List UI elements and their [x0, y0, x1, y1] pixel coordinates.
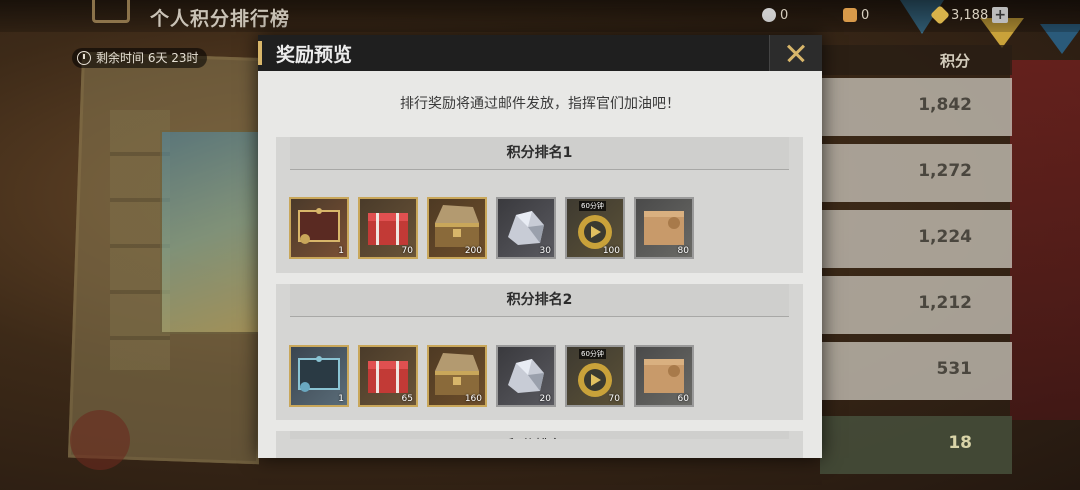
reward-item[interactable]: 1 — [289, 197, 349, 259]
reward-items: 1 70 200 30 60分钟 100 80 — [289, 197, 703, 259]
remaining-time-text: 剩余时间 6天 23时 — [96, 51, 199, 65]
reward-qty: 200 — [464, 246, 482, 256]
title-accent — [258, 41, 262, 65]
reward-items: 1 65 160 20 60分钟 70 60 — [289, 345, 703, 407]
reward-tier-1: 积分排名1 1 70 200 30 60分钟 100 80 — [276, 137, 803, 273]
ranking-row[interactable]: 1,224 — [820, 210, 1012, 268]
reward-item[interactable]: 60分钟 100 — [565, 197, 625, 259]
ranking-row-self[interactable]: 18 — [820, 416, 1012, 474]
reward-item[interactable]: 60 — [634, 345, 694, 407]
reward-qty: 70 — [401, 246, 413, 256]
reward-item[interactable]: 70 — [358, 197, 418, 259]
ranking-row[interactable]: 1,842 — [820, 78, 1012, 136]
clock-icon — [77, 51, 91, 65]
resource-tokens-value: 0 — [780, 7, 789, 23]
ranking-row[interactable]: 1,272 — [820, 144, 1012, 202]
resource-tickets-value: 0 — [861, 7, 870, 23]
add-gold-button[interactable]: + — [992, 7, 1009, 23]
modal-header: 奖励预览 — [258, 35, 822, 71]
token-icon — [762, 8, 776, 22]
reward-item[interactable]: 1 — [289, 345, 349, 407]
background-map — [160, 130, 274, 334]
reward-qty: 1 — [338, 246, 344, 256]
resource-tokens: 0 — [762, 6, 788, 24]
page-title: 个人积分排行榜 — [150, 8, 291, 30]
reward-preview-modal: 奖励预览 排行奖励将通过邮件发放，指挥官们加油吧！ 积分排名1 1 70 200… — [258, 35, 822, 458]
ranking-score: 1,842 — [918, 95, 972, 115]
reward-item[interactable]: 20 — [496, 345, 556, 407]
close-button[interactable] — [769, 35, 822, 71]
reward-qty: 80 — [677, 246, 689, 256]
reward-item[interactable]: 30 — [496, 197, 556, 259]
ranking-row[interactable]: 1,212 — [820, 276, 1012, 334]
reward-tier-3: 积分排名3 — [276, 431, 803, 458]
reward-tier-2: 积分排名2 1 65 160 20 60分钟 70 60 — [276, 284, 803, 420]
reward-qty: 70 — [608, 394, 620, 404]
ranking-score: 1,212 — [918, 293, 972, 313]
reward-qty: 65 — [401, 394, 413, 404]
background-ribbon — [1010, 60, 1080, 420]
tier-title: 积分排名1 — [290, 137, 789, 170]
resource-gold: 3,188 + — [930, 5, 1009, 25]
duration-tag: 60分钟 — [579, 201, 606, 211]
tier-title: 积分排名2 — [290, 284, 789, 317]
reward-qty: 160 — [464, 394, 482, 404]
reward-item[interactable]: 80 — [634, 197, 694, 259]
back-icon[interactable] — [92, 0, 130, 23]
reward-qty: 20 — [539, 394, 551, 404]
ticket-icon — [843, 8, 857, 22]
reward-item[interactable]: 160 — [427, 345, 487, 407]
reward-item[interactable]: 65 — [358, 345, 418, 407]
ranking-column-score: 积分 — [939, 52, 970, 70]
resource-tickets: 0 — [843, 6, 869, 24]
resource-gold-value: 3,188 — [951, 7, 989, 23]
ranking-header: 积分 — [820, 45, 1012, 75]
ranking-score: 531 — [936, 359, 973, 379]
reward-qty: 60 — [677, 394, 689, 404]
reward-qty: 1 — [338, 394, 344, 404]
tier-title: 积分排名3 — [290, 431, 789, 439]
background-token — [70, 410, 130, 470]
reward-qty: 100 — [602, 246, 620, 256]
top-bar: 个人积分排行榜 0 0 3,188 + — [0, 0, 1080, 32]
reward-qty: 30 — [539, 246, 551, 256]
reward-notice: 排行奖励将通过邮件发放，指挥官们加油吧！ — [400, 96, 680, 112]
duration-tag: 60分钟 — [579, 349, 606, 359]
gold-icon — [930, 5, 950, 25]
self-score: 18 — [948, 433, 972, 453]
ranking-row[interactable]: 531 — [820, 342, 1012, 400]
remaining-time: 剩余时间 6天 23时 — [72, 48, 207, 68]
ranking-score: 1,272 — [918, 161, 972, 181]
ranking-score: 1,224 — [918, 227, 972, 247]
modal-title: 奖励预览 — [276, 44, 353, 66]
reward-item[interactable]: 60分钟 70 — [565, 345, 625, 407]
reward-item[interactable]: 200 — [427, 197, 487, 259]
